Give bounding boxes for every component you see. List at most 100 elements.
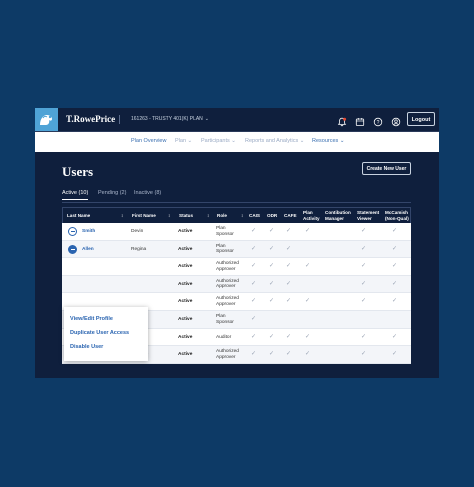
- nav-plan[interactable]: Plan ⌄: [175, 138, 192, 144]
- row-menu-toggle-icon[interactable]: [68, 227, 77, 236]
- chevron-down-icon: ⌄: [186, 138, 193, 144]
- last-name-cell[interactable]: Allen: [82, 241, 94, 258]
- svg-text:?: ?: [377, 120, 380, 126]
- check-icon: ✓: [361, 351, 367, 358]
- col-first-name[interactable]: First Name: [132, 213, 156, 219]
- check-icon: ✓: [269, 245, 275, 252]
- sort-icon[interactable]: ↕: [168, 213, 170, 219]
- status-cell: Active: [178, 299, 193, 305]
- col-label: Last Name: [67, 213, 91, 218]
- col-contribution-manager: Contibution Manager: [325, 210, 351, 221]
- col-status[interactable]: Status: [179, 213, 193, 219]
- disable-user-item[interactable]: Disable User: [70, 344, 103, 350]
- check-icon: ✓: [392, 351, 398, 358]
- role-cell: Authorized Approver: [216, 349, 239, 360]
- nav-label: Plan Overview: [131, 138, 167, 144]
- check-icon: ✓: [305, 228, 311, 234]
- chevron-down-icon: ⌄: [298, 138, 305, 144]
- chevron-down-icon: ⌄: [204, 116, 209, 122]
- help-icon[interactable]: ?: [373, 114, 383, 127]
- check-icon: ✓: [361, 333, 367, 340]
- table-row[interactable]: Active Authorized Approver ✓ ✓ ✓ ✓ ✓: [62, 275, 411, 294]
- top-bar: T.RowePrice 161263 - TRUSTY 401(K) PLAN ⌄…: [35, 108, 439, 132]
- sort-icon[interactable]: ↕: [207, 213, 209, 219]
- col-plan-activity: Plan Activity: [303, 210, 320, 221]
- page-title: Users: [62, 164, 94, 179]
- check-icon: ✓: [305, 263, 311, 270]
- check-icon: ✓: [305, 351, 311, 358]
- col-last-name[interactable]: Last Name: [67, 213, 90, 219]
- table-row[interactable]: Active Authorized Approver ✓ ✓ ✓ ✓ ✓ ✓: [62, 258, 411, 276]
- check-icon: ✓: [392, 245, 398, 252]
- first-name-cell: Devin: [131, 229, 144, 234]
- check-icon: ✓: [286, 245, 292, 252]
- plan-selector-label: 161263 - TRUSTY 401(K) PLAN: [131, 116, 203, 122]
- chevron-down-icon: ⌄: [229, 138, 236, 144]
- check-icon: ✓: [269, 333, 275, 340]
- check-icon: ✓: [361, 280, 367, 287]
- nav-reports[interactable]: Reports and Analytics ⌄: [245, 138, 304, 144]
- col-statement-viewer: Statement Viewer: [357, 210, 380, 221]
- role-cell: Plan Sponsor: [216, 313, 234, 325]
- check-icon: ✓: [251, 228, 257, 234]
- table-row[interactable]: Allen Regina Active Plan Sponsor ✓ ✓ ✓ ✓ ✓: [62, 240, 411, 259]
- col-label: Status: [179, 213, 194, 218]
- check-icon: ✓: [269, 280, 275, 287]
- nav-label: Reports and Analytics: [245, 138, 299, 144]
- nav-resources[interactable]: Resources ⌄: [312, 138, 344, 144]
- user-icon[interactable]: [391, 114, 401, 127]
- tab-pending[interactable]: Pending (2): [98, 190, 126, 199]
- check-icon: ✓: [392, 263, 398, 270]
- role-cell: Plan Sponsor: [216, 226, 234, 237]
- first-name-cell: Regina: [131, 246, 147, 252]
- create-new-user-button[interactable]: Create New User: [362, 162, 411, 175]
- divider: [119, 115, 120, 124]
- status-cell: Active: [178, 229, 193, 234]
- bell-icon[interactable]: [337, 114, 347, 127]
- col-cafe: CAFE: [284, 213, 297, 218]
- check-icon: ✓: [286, 263, 292, 270]
- role-cell: Authorized Approver: [216, 296, 239, 307]
- logout-button[interactable]: Logout: [407, 112, 435, 126]
- sort-icon[interactable]: ↕: [121, 213, 123, 219]
- status-cell: Active: [178, 281, 193, 287]
- view-edit-profile-item[interactable]: View/Edit Profile: [70, 316, 113, 322]
- nav-participants[interactable]: Participants ⌄: [201, 138, 236, 144]
- plan-selector[interactable]: 161263 - TRUSTY 401(K) PLAN ⌄: [131, 116, 209, 122]
- app-window: T.RowePrice 161263 - TRUSTY 401(K) PLAN ⌄…: [35, 108, 439, 378]
- nav-plan-overview[interactable]: Plan Overview: [131, 138, 166, 144]
- check-icon: ✓: [305, 333, 311, 340]
- check-icon: ✓: [361, 245, 367, 252]
- status-cell: Active: [178, 264, 193, 270]
- check-icon: ✓: [361, 263, 367, 270]
- check-icon: ✓: [251, 315, 257, 322]
- check-icon: ✓: [269, 351, 275, 358]
- check-icon: ✓: [251, 298, 257, 305]
- check-icon: ✓: [361, 298, 367, 305]
- col-role[interactable]: Role: [217, 213, 227, 219]
- check-icon: ✓: [251, 263, 257, 270]
- role-cell: Plan Sponsor: [216, 243, 234, 255]
- check-icon: ✓: [392, 280, 398, 287]
- check-icon: ✓: [361, 228, 367, 234]
- logo-icon[interactable]: [35, 108, 58, 131]
- tab-inactive[interactable]: Inactive (8): [134, 190, 161, 199]
- check-icon: ✓: [286, 351, 292, 358]
- status-cell: Active: [178, 352, 193, 358]
- row-menu-toggle-icon[interactable]: [68, 244, 77, 254]
- role-cell: Authorized Approver: [216, 261, 239, 272]
- nav-label: Plan: [175, 138, 187, 144]
- status-cell: Active: [178, 334, 193, 340]
- duplicate-user-access-item[interactable]: Duplicate User Access: [70, 330, 129, 336]
- role-cell: Auditor: [216, 334, 232, 340]
- check-icon: ✓: [305, 298, 311, 305]
- col-mccamish: McCamish (Non-Qual): [385, 210, 409, 221]
- main-content: Users Create New User Active (10) Pendin…: [35, 152, 439, 378]
- sort-icon[interactable]: ↕: [241, 213, 243, 219]
- last-name-cell[interactable]: Smith: [82, 223, 95, 240]
- tab-active[interactable]: Active (10): [62, 190, 89, 200]
- check-icon: ✓: [392, 333, 398, 340]
- calendar-icon[interactable]: [355, 114, 365, 126]
- check-icon: ✓: [286, 298, 292, 305]
- table-row[interactable]: Smith Devin Active Plan Sponsor ✓ ✓ ✓ ✓ ✓ ✓: [62, 223, 411, 241]
